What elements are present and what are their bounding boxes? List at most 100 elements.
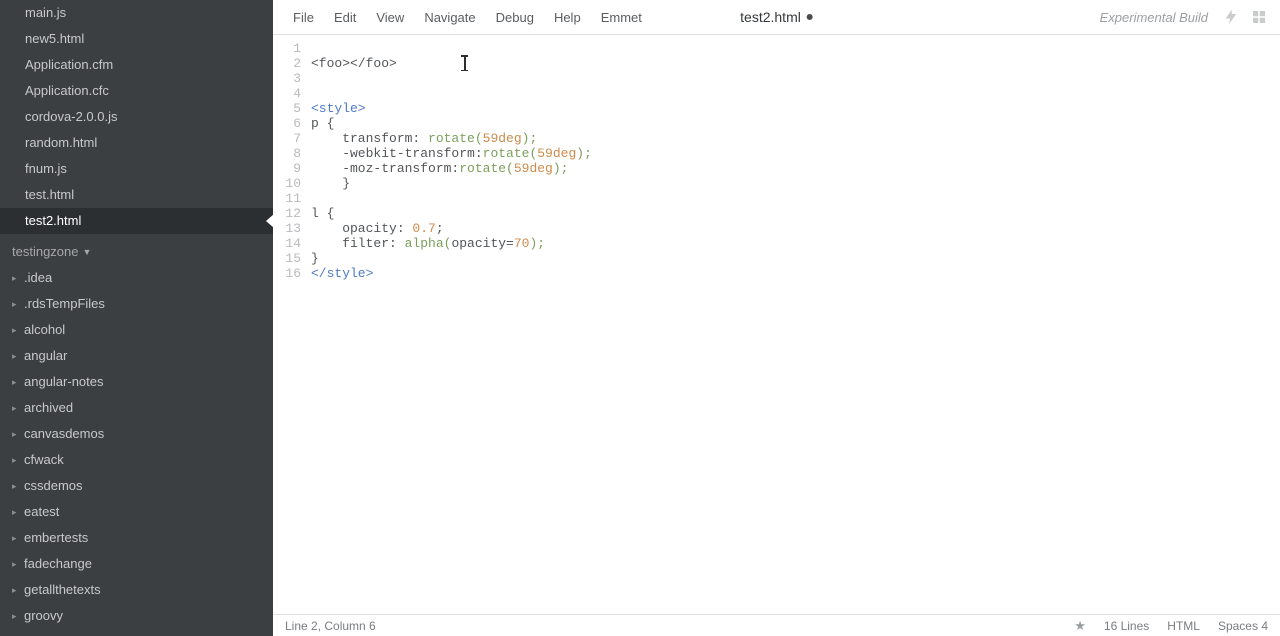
menu-right-area: Experimental Build [1100, 8, 1268, 26]
tree-item[interactable]: ▸cfwack [0, 447, 273, 473]
code-line: p { [311, 116, 1280, 131]
lightning-icon[interactable] [1222, 8, 1240, 26]
code-line [311, 71, 1280, 86]
open-file-test2-html[interactable]: test2.html [0, 208, 273, 234]
tree-item[interactable]: ▸embertests [0, 525, 273, 551]
tree-item-label: embertests [24, 529, 88, 547]
tree-item[interactable]: ▸eatest [0, 499, 273, 525]
caret-right-icon: ▸ [12, 269, 20, 287]
code-line [311, 41, 1280, 56]
tree-item-label: cssdemos [24, 477, 83, 495]
caret-right-icon: ▸ [12, 425, 20, 443]
menu-bar: File Edit View Navigate Debug Help Emmet… [273, 0, 1280, 35]
tree-item-label: getallthetexts [24, 581, 101, 599]
tree-item-label: groovy [24, 607, 63, 625]
line-gutter: 12345678910111213141516 [273, 41, 311, 614]
open-file-random-html[interactable]: random.html [0, 130, 273, 156]
tree-item[interactable]: ▸groovy [0, 603, 273, 629]
code-line: } [311, 176, 1280, 191]
folder-name: testingzone [12, 244, 79, 259]
caret-right-icon: ▸ [12, 373, 20, 391]
menu-help[interactable]: Help [544, 4, 591, 31]
code-line: -moz-transform:rotate(59deg); [311, 161, 1280, 176]
menu-items: File Edit View Navigate Debug Help Emmet [283, 4, 652, 31]
code-line: filter: alpha(opacity=70); [311, 236, 1280, 251]
caret-right-icon: ▸ [12, 321, 20, 339]
open-files-list: main.js new5.html Application.cfm Applic… [0, 0, 273, 234]
tree-item[interactable]: ▸archived [0, 395, 273, 421]
menu-debug[interactable]: Debug [486, 4, 544, 31]
code-line: transform: rotate(59deg); [311, 131, 1280, 146]
tree-item-label: angular [24, 347, 67, 365]
caret-right-icon: ▸ [12, 607, 20, 625]
project-folder-header[interactable]: testingzone ▼ [0, 234, 273, 265]
tree-item[interactable]: ▸handlebarstest [0, 629, 273, 636]
open-file-application-cfm[interactable]: Application.cfm [0, 52, 273, 78]
main-area: File Edit View Navigate Debug Help Emmet… [273, 0, 1280, 636]
status-bar: Line 2, Column 6 ★ 16 Lines HTML Spaces … [273, 614, 1280, 636]
tree-item[interactable]: ▸.rdsTempFiles [0, 291, 273, 317]
dirty-indicator-icon [807, 14, 813, 20]
tree-item-label: canvasdemos [24, 425, 104, 443]
caret-right-icon: ▸ [12, 555, 20, 573]
tree-item-label: angular-notes [24, 373, 104, 391]
tree-item[interactable]: ▸getallthetexts [0, 577, 273, 603]
sidebar: main.js new5.html Application.cfm Applic… [0, 0, 273, 636]
menu-edit[interactable]: Edit [324, 4, 366, 31]
tree-item[interactable]: ▸angular-notes [0, 369, 273, 395]
caret-right-icon: ▸ [12, 399, 20, 417]
open-file-application-cfc[interactable]: Application.cfc [0, 78, 273, 104]
tree-item-label: archived [24, 399, 73, 417]
caret-right-icon: ▸ [12, 295, 20, 313]
window-title: test2.html [740, 9, 813, 25]
folder-tree: ▸.idea ▸.rdsTempFiles ▸alcohol ▸angular … [0, 265, 273, 636]
status-position[interactable]: Line 2, Column 6 [285, 619, 376, 633]
tree-item-label: .rdsTempFiles [24, 295, 105, 313]
tree-item[interactable]: ▸cssdemos [0, 473, 273, 499]
tree-item[interactable]: ▸canvasdemos [0, 421, 273, 447]
status-right: ★ 16 Lines HTML Spaces 4 [1074, 618, 1268, 634]
code-line: opacity: 0.7; [311, 221, 1280, 236]
title-text: test2.html [740, 9, 801, 25]
code-content[interactable]: <foo></foo> <style> p { transform: rotat… [311, 41, 1280, 614]
open-file-fnum-js[interactable]: fnum.js [0, 156, 273, 182]
code-line [311, 191, 1280, 206]
menu-view[interactable]: View [366, 4, 414, 31]
text-cursor [464, 56, 466, 70]
code-line: -webkit-transform:rotate(59deg); [311, 146, 1280, 161]
code-line: <style> [311, 101, 1280, 116]
open-file-cordova-js[interactable]: cordova-2.0.0.js [0, 104, 273, 130]
tree-item-label: alcohol [24, 321, 65, 339]
code-line: <foo></foo> [311, 56, 1280, 71]
caret-right-icon: ▸ [12, 529, 20, 547]
tree-item[interactable]: ▸angular [0, 343, 273, 369]
star-icon[interactable]: ★ [1074, 618, 1086, 634]
extensions-icon[interactable] [1250, 8, 1268, 26]
tree-item-label: .idea [24, 269, 52, 287]
caret-right-icon: ▸ [12, 451, 20, 469]
status-language[interactable]: HTML [1167, 619, 1200, 633]
caret-right-icon: ▸ [12, 477, 20, 495]
menu-navigate[interactable]: Navigate [414, 4, 485, 31]
code-line: } [311, 251, 1280, 266]
code-line: l { [311, 206, 1280, 221]
tree-item-label: eatest [24, 503, 59, 521]
tree-item[interactable]: ▸alcohol [0, 317, 273, 343]
chevron-down-icon: ▼ [83, 247, 92, 257]
tree-item-label: fadechange [24, 555, 92, 573]
status-spaces[interactable]: Spaces 4 [1218, 619, 1268, 633]
caret-right-icon: ▸ [12, 503, 20, 521]
caret-right-icon: ▸ [12, 581, 20, 599]
tree-item[interactable]: ▸.idea [0, 265, 273, 291]
menu-emmet[interactable]: Emmet [591, 4, 652, 31]
menu-file[interactable]: File [283, 4, 324, 31]
code-editor[interactable]: 12345678910111213141516 <foo></foo> <sty… [273, 35, 1280, 614]
open-file-main-js[interactable]: main.js [0, 0, 273, 26]
open-file-test-html[interactable]: test.html [0, 182, 273, 208]
tree-item[interactable]: ▸fadechange [0, 551, 273, 577]
code-line: </style> [311, 266, 1280, 281]
open-file-new5-html[interactable]: new5.html [0, 26, 273, 52]
experimental-build-label: Experimental Build [1100, 10, 1208, 25]
code-line [311, 86, 1280, 101]
right-icons [1222, 8, 1268, 26]
